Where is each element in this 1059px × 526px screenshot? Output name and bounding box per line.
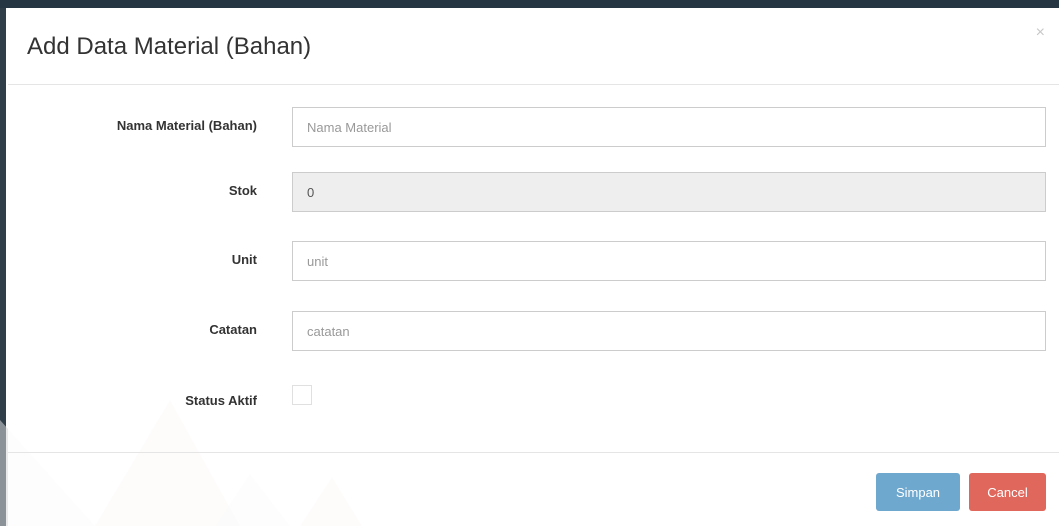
modal-header: Add Data Material (Bahan) × <box>8 8 1059 85</box>
form-row-status-aktif: Status Aktif <box>8 385 1059 425</box>
form-row-unit: Unit <box>8 241 1059 281</box>
save-button[interactable]: Simpan <box>876 473 960 511</box>
status-aktif-checkbox[interactable] <box>292 385 312 405</box>
modal-footer: Simpan Cancel <box>8 452 1059 526</box>
screen: Add Data Material (Bahan) × Nama Materia… <box>0 0 1059 526</box>
form-row-catatan: Catatan <box>8 311 1059 351</box>
catatan-label: Catatan <box>209 322 257 337</box>
unit-input[interactable] <box>292 241 1046 281</box>
catatan-input[interactable] <box>292 311 1046 351</box>
nama-material-input[interactable] <box>292 107 1046 147</box>
modal-title: Add Data Material (Bahan) <box>27 33 312 60</box>
close-icon[interactable]: × <box>1036 24 1045 42</box>
cancel-button[interactable]: Cancel <box>969 473 1046 511</box>
stok-label: Stok <box>228 183 257 198</box>
add-material-modal: Add Data Material (Bahan) × Nama Materia… <box>8 8 1059 526</box>
form-row-stok: Stok <box>8 172 1059 212</box>
background-page-edge <box>0 8 6 526</box>
status-aktif-label: Status Aktif <box>185 393 257 408</box>
nama-material-label: Nama Material (Bahan) <box>116 118 257 133</box>
form-row-nama-material: Nama Material (Bahan) <box>8 107 1059 147</box>
background-page-strip <box>0 0 1059 8</box>
stok-input <box>292 172 1046 212</box>
unit-label: Unit <box>231 252 257 267</box>
